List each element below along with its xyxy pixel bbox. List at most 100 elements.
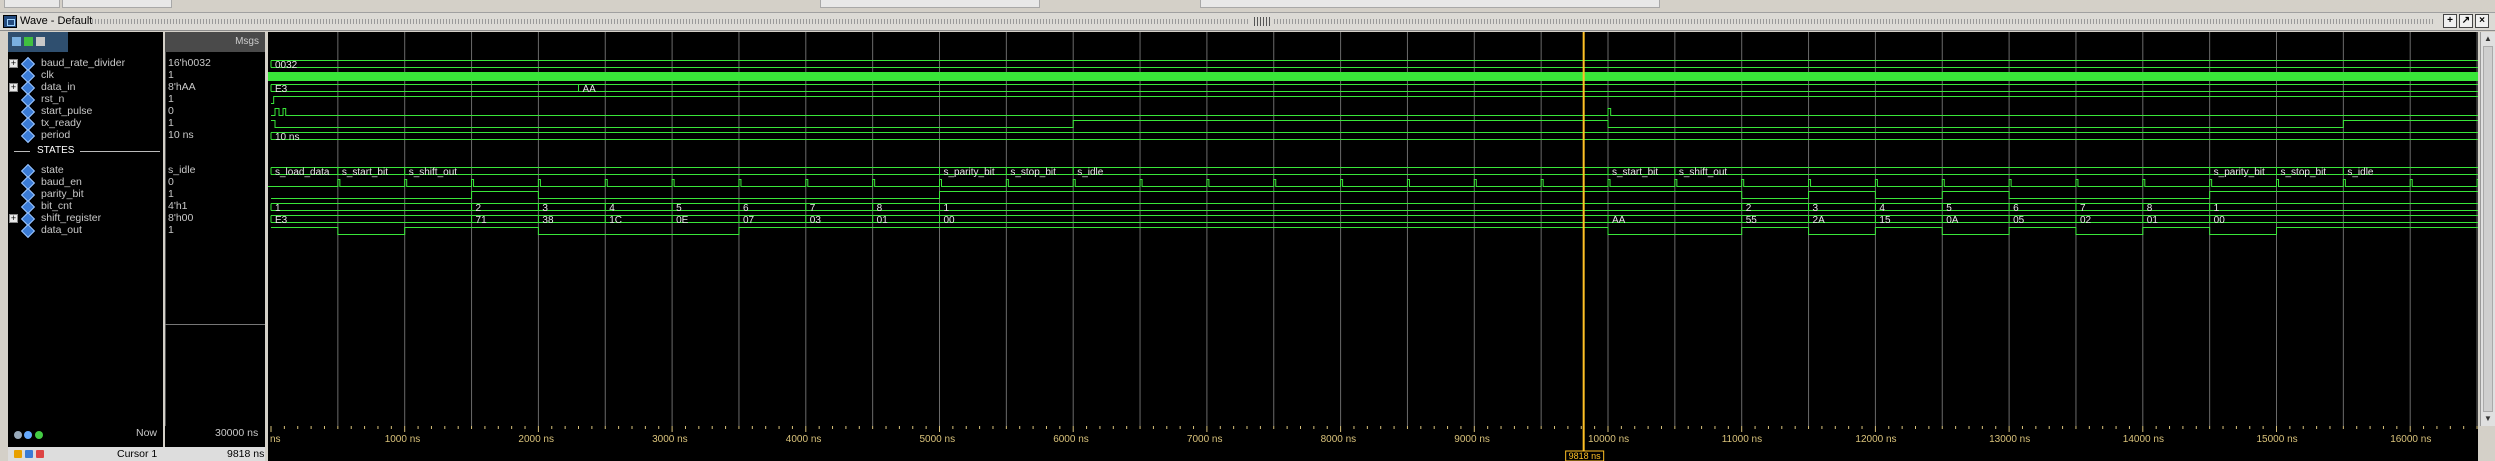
ruler-label: 7000 ns bbox=[1187, 434, 1223, 445]
edit-cursor-icon[interactable] bbox=[25, 450, 33, 458]
ruler-label: 13000 ns bbox=[1989, 434, 2030, 445]
ruler-label: 11000 ns bbox=[1722, 434, 1762, 445]
dropdown-icon[interactable] bbox=[36, 37, 45, 46]
undock-button[interactable]: ↗ bbox=[2459, 14, 2473, 28]
bus-value-shift_register: 38 bbox=[542, 215, 554, 226]
bus-value-shift_register: 00 bbox=[2214, 215, 2226, 226]
bus-value-state: s_parity_bit bbox=[944, 167, 995, 178]
bus-value-bit_cnt: 1 bbox=[275, 203, 281, 214]
monitor-icon bbox=[24, 431, 32, 439]
bus-value-bit_cnt: 7 bbox=[2080, 203, 2086, 214]
ruler-label: 8000 ns bbox=[1321, 434, 1357, 445]
toolbar-tab[interactable] bbox=[1200, 0, 1660, 8]
now-value: 30000 ns bbox=[215, 427, 259, 439]
lock-icon[interactable] bbox=[14, 450, 22, 458]
drag-grip[interactable] bbox=[1274, 19, 2434, 24]
msgs-column-header: Msgs bbox=[165, 32, 265, 52]
bus-value-shift_register: 03 bbox=[810, 215, 822, 226]
now-label: Now bbox=[136, 427, 158, 439]
wave-parity_bit bbox=[271, 191, 2478, 199]
bus-value-bit_cnt: 2 bbox=[476, 203, 482, 214]
toolbar-tab[interactable] bbox=[4, 0, 60, 8]
ruler-label: 3000 ns bbox=[652, 434, 688, 445]
ruler-label: 16000 ns bbox=[2390, 434, 2431, 445]
drag-grip[interactable] bbox=[92, 19, 1250, 24]
window-icon bbox=[3, 15, 17, 28]
group-divider[interactable]: STATES bbox=[8, 144, 163, 158]
bus-value-shift_register: 71 bbox=[476, 215, 488, 226]
signal-value: 10 ns bbox=[168, 129, 194, 141]
delete-cursor-icon[interactable] bbox=[36, 450, 44, 458]
signal-row[interactable]: period 10 ns bbox=[0, 126, 265, 145]
bus-value-state: s_idle bbox=[1077, 167, 1104, 178]
bus-value-data_in: E3 bbox=[275, 84, 288, 95]
signal-value: 1 bbox=[168, 224, 174, 236]
bus-value-shift_register: 55 bbox=[1746, 215, 1758, 226]
bus-value-shift_register: 0A bbox=[1946, 215, 1959, 226]
bus-value-period: 10 ns bbox=[275, 132, 299, 143]
ruler-label: 1000 ns bbox=[385, 434, 421, 445]
wave-data_out bbox=[271, 227, 2478, 235]
bus-value-shift_register: 07 bbox=[743, 215, 755, 226]
bus-value-baud_rate_divider: 0032 bbox=[275, 60, 298, 71]
cursor-label: Cursor 1 bbox=[117, 448, 158, 460]
bus-value-bit_cnt: 1 bbox=[2214, 203, 2220, 214]
bus-value-state: s_idle bbox=[2347, 167, 2374, 178]
signal-name: data_out bbox=[41, 224, 82, 236]
ruler-label: 10000 ns bbox=[1588, 434, 1629, 445]
bus-value-shift_register: E3 bbox=[275, 215, 288, 226]
bus-value-state: s_start_bit bbox=[342, 167, 388, 178]
add-wave-icon[interactable] bbox=[24, 37, 33, 46]
waveform-canvas[interactable]: 0032 E3 AA 10 ns s_load_data s_start_bit s_shi… bbox=[268, 32, 2478, 426]
bus-value-state: s_shift_out bbox=[1679, 167, 1728, 178]
bus-value-shift_register: 0E bbox=[676, 215, 689, 226]
bus-value-shift_register: 15 bbox=[1879, 215, 1891, 226]
wave-start_pulse bbox=[271, 108, 2478, 116]
add-cursor-icon[interactable] bbox=[35, 431, 43, 439]
bus-value-state: s_start_bit bbox=[1612, 167, 1658, 178]
bus-value-shift_register: 01 bbox=[877, 215, 889, 226]
pane-toolbar[interactable] bbox=[8, 32, 68, 52]
bus-value-bit_cnt: 8 bbox=[877, 203, 883, 214]
window-titlebar[interactable]: Wave - Default + ↗ × bbox=[0, 13, 2495, 31]
ruler-label: 6000 ns bbox=[1053, 434, 1089, 445]
signal-row[interactable]: data_out 1 bbox=[0, 221, 265, 240]
zoom-icon[interactable] bbox=[12, 37, 21, 46]
bus-value-bit_cnt: 5 bbox=[676, 203, 682, 214]
bus-value-state: s_stop_bit bbox=[2281, 167, 2327, 178]
ruler-label: 14000 ns bbox=[2123, 434, 2164, 445]
ruler-label: 15000 ns bbox=[2257, 434, 2298, 445]
cursor-value: 9818 ns bbox=[227, 448, 265, 460]
drag-handle-icon[interactable] bbox=[1254, 17, 1270, 26]
bus-value-bit_cnt: 8 bbox=[2147, 203, 2153, 214]
toolbar-tab[interactable] bbox=[62, 0, 172, 8]
wave-tx_ready bbox=[271, 120, 2478, 128]
bus-value-bit_cnt: 1 bbox=[944, 203, 950, 214]
scroll-up-icon[interactable]: ▲ bbox=[2483, 34, 2493, 44]
bus-value-bit_cnt: 6 bbox=[2013, 203, 2019, 214]
add-button[interactable]: + bbox=[2443, 14, 2457, 28]
ruler-label: 2000 ns bbox=[518, 434, 554, 445]
signal-diamond-icon bbox=[22, 130, 32, 140]
now-icon bbox=[14, 431, 22, 439]
signal-diamond-icon bbox=[22, 225, 32, 235]
bus-value-shift_register: 2A bbox=[1813, 215, 1826, 226]
time-ruler[interactable]: ns 1000 ns 2000 ns 3000 ns 4000 ns 5000 ns 600… bbox=[268, 426, 2478, 461]
bus-value-bit_cnt: 2 bbox=[1746, 203, 1752, 214]
bus-value-bit_cnt: 6 bbox=[743, 203, 749, 214]
wave-rst_n bbox=[271, 96, 2478, 104]
close-button[interactable]: × bbox=[2475, 14, 2489, 28]
bus-value-shift_register: 1C bbox=[609, 215, 622, 226]
row-separator bbox=[165, 324, 265, 325]
bus-value-bit_cnt: 3 bbox=[1813, 203, 1819, 214]
vertical-scrollbar[interactable]: ▲ ▼ bbox=[2480, 32, 2495, 426]
scroll-down-icon[interactable]: ▼ bbox=[2483, 414, 2493, 424]
bus-value-shift_register: 01 bbox=[2147, 215, 2159, 226]
bus-value-state: s_parity_bit bbox=[2214, 167, 2265, 178]
bus-value-state: s_load_data bbox=[275, 167, 330, 178]
toolbar-tab[interactable] bbox=[820, 0, 1040, 8]
bus-value-shift_register: 02 bbox=[2080, 215, 2092, 226]
bus-value-bit_cnt: 5 bbox=[1946, 203, 1952, 214]
scroll-thumb[interactable] bbox=[2483, 46, 2493, 412]
ruler-label: 12000 ns bbox=[1855, 434, 1896, 445]
